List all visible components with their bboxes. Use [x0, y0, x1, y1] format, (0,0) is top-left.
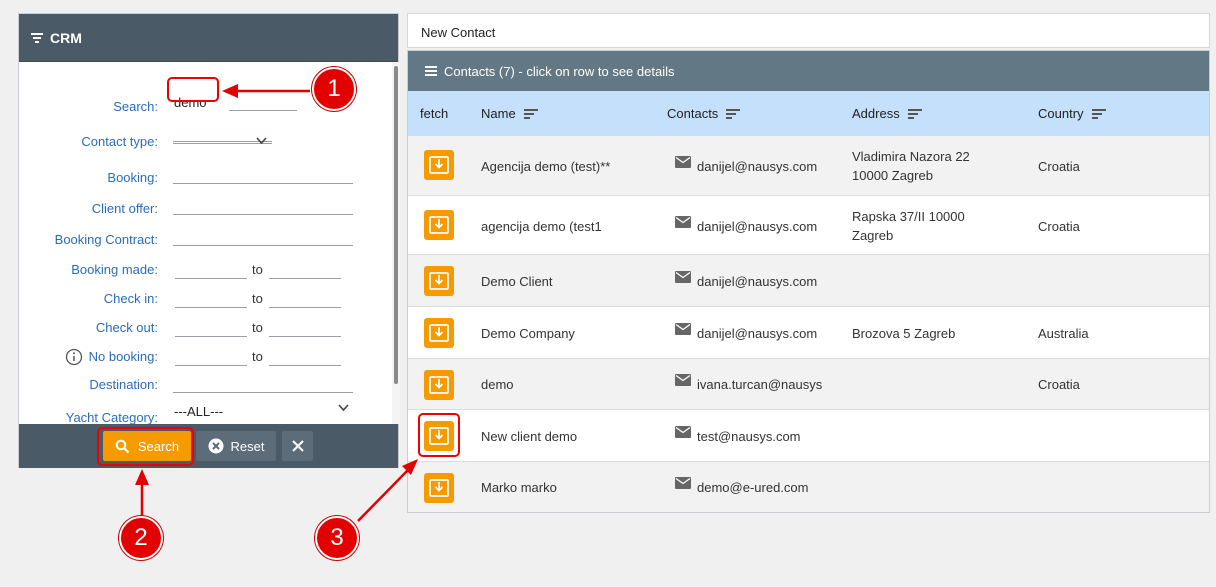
- arrow-1-head: [222, 84, 238, 98]
- arrow-3-line: [357, 469, 409, 522]
- step-badge-2: 2: [119, 516, 163, 560]
- annotation-arrows: [135, 84, 418, 522]
- step-badge-3: 3: [315, 516, 359, 560]
- step-badge-1: 1: [312, 67, 356, 111]
- arrow-2-head: [135, 469, 149, 485]
